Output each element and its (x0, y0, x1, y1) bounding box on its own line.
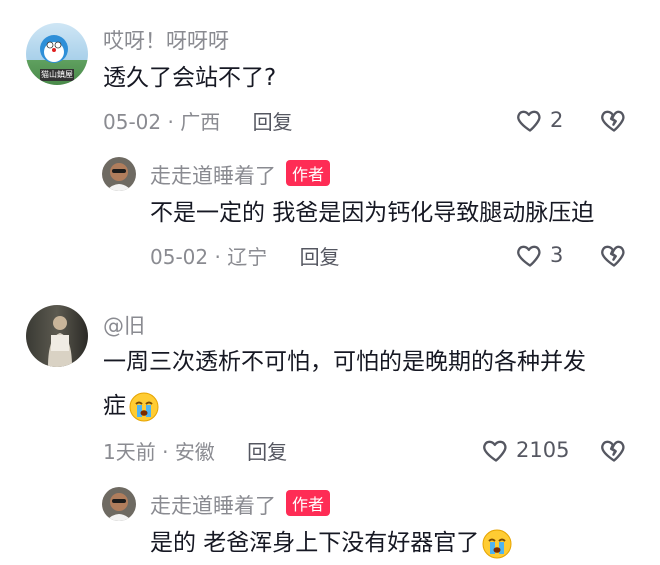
like-button[interactable]: 2105 (482, 436, 569, 464)
reply-location: 辽宁 (227, 245, 268, 269)
comment-date: 1天前 (103, 440, 156, 464)
broken-heart-icon (600, 241, 628, 269)
avatar[interactable]: 猫山鎮屋 (26, 23, 88, 85)
like-count: 2105 (516, 438, 570, 462)
avatar[interactable] (102, 157, 136, 191)
comment-username[interactable]: 哎呀！呀呀呀 (103, 25, 229, 55)
dislike-button[interactable] (600, 436, 628, 468)
reply-button[interactable]: 回复 (300, 245, 340, 269)
avatar-badge-text: 猫山鎮屋 (41, 70, 73, 79)
dislike-button[interactable] (600, 106, 628, 138)
heart-outline-icon (482, 436, 510, 464)
dislike-button[interactable] (600, 241, 628, 273)
comment-meta: 1天前 · 安徽 回复 (103, 440, 288, 464)
comment-location: 安徽 (174, 440, 215, 464)
comment-text: 透久了会站不了? (103, 65, 277, 91)
user-avatar-icon (106, 163, 132, 191)
like-button[interactable]: 2 (516, 106, 563, 134)
heart-outline-icon (516, 241, 544, 269)
comment-username[interactable]: @旧 (103, 310, 145, 340)
comment-text-line1: 一周三次透析不可怕，可怕的是晚期的各种并发 (103, 349, 586, 375)
like-button[interactable]: 3 (516, 241, 563, 269)
user-avatar-icon (106, 493, 132, 521)
user-avatar-icon (48, 316, 72, 367)
author-tag: 作者 (286, 160, 331, 186)
author-tag: 作者 (286, 490, 331, 516)
reply-button[interactable]: 回复 (247, 440, 287, 464)
comment-text-line2: 症 (103, 384, 160, 428)
comment-meta: 05-02 · 广西 回复 (103, 110, 293, 134)
crying-face-emoji-icon (128, 391, 160, 423)
reply-username: 走走道睡着了 作者 (150, 160, 331, 190)
crying-face-emoji-icon (481, 528, 513, 560)
broken-heart-icon (600, 106, 628, 134)
avatar[interactable] (102, 487, 136, 521)
reply-meta: 05-02 · 辽宁 回复 (150, 245, 340, 269)
reply-username: 走走道睡着了 作者 (150, 490, 331, 520)
like-count: 3 (550, 243, 564, 267)
like-count: 2 (550, 108, 564, 132)
reply-text: 是的 老爸浑身上下没有好器官了 (150, 521, 513, 565)
comment-location: 广西 (180, 110, 221, 134)
reply-date: 05-02 (150, 245, 209, 269)
heart-outline-icon (516, 106, 544, 134)
reply-button[interactable]: 回复 (253, 110, 293, 134)
avatar[interactable] (26, 305, 88, 367)
reply-text: 不是一定的 我爸是因为钙化导致腿动脉压迫 (150, 200, 595, 226)
broken-heart-icon (600, 436, 628, 464)
comment-date: 05-02 (103, 110, 162, 134)
